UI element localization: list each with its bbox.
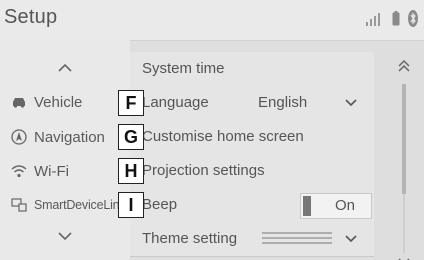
chevron-down-icon <box>345 99 357 107</box>
double-chevron-down-icon[interactable] <box>397 256 411 260</box>
sidebar: Vehicle Navigation Wi-Fi SmartDeviceLink… <box>0 40 138 260</box>
list-item-beep[interactable]: Beep On I <box>118 188 374 223</box>
settings-list: System time Language English F Customise… <box>118 52 374 260</box>
row-label: Beep <box>142 196 178 213</box>
chevron-down-icon[interactable] <box>56 230 74 242</box>
toggle-state-label: On <box>335 197 356 214</box>
row-label: Language <box>142 94 209 111</box>
chevron-down-icon <box>345 235 357 243</box>
battery-icon <box>392 11 400 26</box>
wifi-icon <box>10 162 28 180</box>
sidebar-item-label: Vehicle <box>34 93 83 111</box>
language-value: English <box>258 94 308 111</box>
sidebar-item-navigation[interactable]: Navigation <box>0 121 130 153</box>
beep-toggle[interactable]: On <box>300 193 372 219</box>
list-item-system-time[interactable]: System time <box>130 52 374 87</box>
car-icon <box>10 93 28 111</box>
scroll-thumb[interactable] <box>402 84 406 194</box>
sidebar-item-label: Wi-Fi <box>34 162 69 180</box>
callout-marker: G <box>118 124 144 150</box>
list-item-customise-home-screen[interactable]: Customise home screen G <box>118 120 374 155</box>
double-chevron-up-icon[interactable] <box>397 58 411 74</box>
smartdevicelink-icon <box>10 196 28 214</box>
header-bar: Setup <box>0 0 424 41</box>
row-label: Customise home screen <box>142 128 304 145</box>
callout-marker: F <box>118 90 144 116</box>
theme-preview-lines <box>262 232 332 244</box>
callout-marker: H <box>118 158 144 184</box>
setup-screen: Setup Vehicle Navigation Wi-Fi SmartDevi… <box>0 0 424 260</box>
sidebar-item-vehicle[interactable]: Vehicle <box>0 86 130 118</box>
list-item-projection-settings[interactable]: Projection settings H <box>118 154 374 189</box>
list-item-language[interactable]: Language English F <box>118 86 374 121</box>
sidebar-item-wifi[interactable]: Wi-Fi <box>0 155 130 187</box>
row-label: Theme setting <box>142 230 238 247</box>
callout-marker: I <box>118 192 144 218</box>
list-item-theme-setting[interactable]: Theme setting <box>130 222 374 257</box>
page-title: Setup <box>4 6 58 28</box>
chevron-up-icon[interactable] <box>56 62 74 74</box>
navigation-icon <box>10 128 28 146</box>
row-label: Projection settings <box>142 162 265 179</box>
scrollbar[interactable] <box>384 52 424 260</box>
bluetooth-icon <box>408 10 418 27</box>
signal-icon <box>366 13 380 26</box>
sidebar-item-smartdevicelink[interactable]: SmartDeviceLink™ <box>0 189 138 221</box>
sidebar-item-label: Navigation <box>34 128 105 146</box>
toggle-knob <box>303 196 311 216</box>
row-label: System time <box>142 60 225 77</box>
